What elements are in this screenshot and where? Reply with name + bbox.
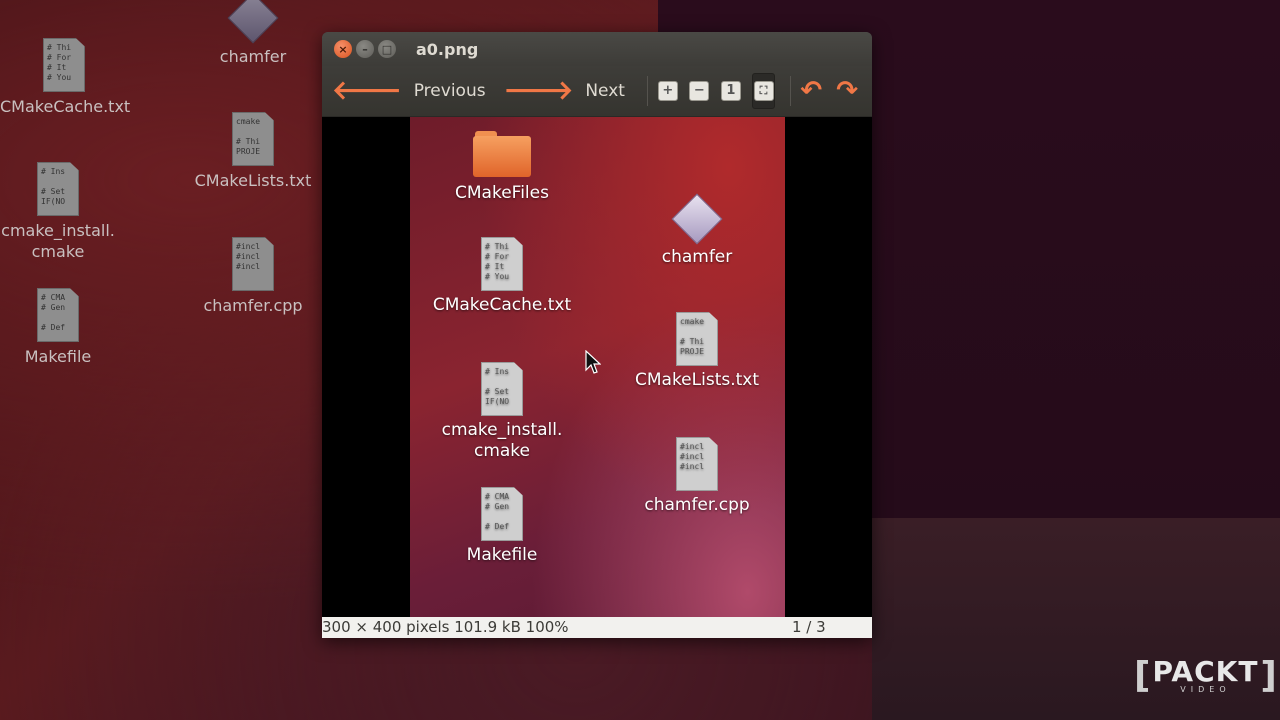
text-file-icon: # Ins # Set IF(NO (481, 362, 523, 416)
desktop-icon-cmakecache[interactable]: # Thi # For # It # You CMakeCache.txt (0, 38, 131, 117)
logo-bracket-left: [ (1134, 655, 1151, 696)
desktop-icon-label: cmake_install. (1, 221, 115, 240)
packt-video-logo: [ PACKT VIDEO ] (1134, 658, 1280, 694)
previous-label: Previous (413, 81, 486, 101)
maximize-icon[interactable]: □ (378, 40, 396, 58)
text-file-icon: # Thi # For # It # You (481, 237, 523, 291)
image-icon-cmakecache: # Thi # For # It # You CMakeCache.txt (432, 237, 572, 316)
zoom-in-icon: + (657, 81, 678, 101)
image-icon-label: chamfer (661, 247, 733, 267)
best-fit-icon: ⛶ (753, 81, 774, 101)
executable-icon (671, 193, 723, 245)
desktop-icon-label: CMakeCache.txt (0, 97, 131, 116)
toolbar-separator (789, 76, 791, 106)
image-icon-label: Makefile (466, 545, 538, 565)
zoom-out-icon: − (689, 81, 710, 101)
image-icon-makefile: # CMA # Gen # Def Makefile (432, 487, 572, 566)
best-fit-button[interactable]: ⛶ (752, 73, 775, 109)
desktop-icon-label: cmake (31, 242, 85, 261)
image-position: 1 / 3 (792, 618, 826, 636)
image-info: 300 × 400 pixels 101.9 kB 100% (322, 618, 569, 636)
toolbar-separator (646, 76, 648, 106)
text-file-icon: # CMA # Gen # Def (481, 487, 523, 541)
rotate-right-button[interactable]: ↷ (836, 76, 858, 106)
desktop-icon-cmake-install[interactable]: # Ins # Set IF(NO cmake_install. cmake (0, 162, 116, 262)
logo-main-text: PACKT (1152, 655, 1259, 688)
image-viewer-window: × – □ a0.png 🡐 Previous 🡒 Next + − 1 ⛶ ↶ (322, 32, 872, 638)
logo-sub-text: VIDEO (1180, 685, 1231, 694)
text-file-icon: #incl #incl #incl (676, 437, 718, 491)
normal-size-icon: 1 (720, 81, 741, 101)
image-icon-cmakelists: cmake # Thi PROJE CMakeLists.txt (627, 312, 767, 391)
image-icon-cmakefiles: CMakeFiles (432, 131, 572, 204)
image-icon-cmake-install: # Ins # Set IF(NO cmake_install. cmake (432, 362, 572, 462)
desktop-icon-label: chamfer (219, 47, 287, 66)
desktop-icon-label: Makefile (24, 347, 92, 366)
minimize-icon[interactable]: – (356, 40, 374, 58)
image-icon-label: chamfer.cpp (644, 495, 750, 515)
close-icon[interactable]: × (334, 40, 352, 58)
executable-icon (227, 0, 279, 44)
image-icon-label: cmake (473, 441, 531, 461)
next-label: Next (585, 81, 625, 101)
desktop-icon-makefile[interactable]: # CMA # Gen # Def Makefile (0, 288, 116, 367)
normal-size-button[interactable]: 1 (720, 74, 742, 108)
image-icon-label: CMakeFiles (455, 183, 549, 203)
logo-bracket-right: ] (1260, 655, 1277, 696)
text-file-icon: cmake # Thi PROJE (232, 112, 274, 166)
arrow-left-icon: 🡐 (332, 76, 402, 106)
desktop-icon-chamfer-cpp[interactable]: #incl #incl #incl chamfer.cpp (190, 237, 316, 316)
status-bar: 300 × 400 pixels 101.9 kB 100% 1 / 3 (322, 617, 872, 638)
desktop-icon-label: CMakeLists.txt (194, 171, 312, 190)
image-icon-chamfer-cpp: #incl #incl #incl chamfer.cpp (627, 437, 767, 516)
next-button[interactable]: 🡒 Next (504, 78, 625, 104)
desktop-icon-label: chamfer.cpp (203, 296, 303, 315)
desktop-icon-cmakelists[interactable]: cmake # Thi PROJE CMakeLists.txt (190, 112, 316, 191)
folder-icon (473, 131, 531, 177)
text-file-icon: # CMA # Gen # Def (37, 288, 79, 342)
window-title: a0.png (416, 39, 479, 59)
rotate-left-icon: ↶ (800, 76, 823, 106)
rotate-left-button[interactable]: ↶ (800, 76, 822, 106)
image-icon-label: CMakeCache.txt (432, 295, 572, 315)
rotate-right-icon: ↷ (836, 76, 858, 106)
logo-word: PACKT VIDEO (1152, 658, 1258, 694)
previous-button[interactable]: 🡐 Previous (332, 78, 486, 104)
image-icon-chamfer: chamfer (627, 193, 767, 268)
text-file-icon: cmake # Thi PROJE (676, 312, 718, 366)
window-titlebar[interactable]: × – □ a0.png (322, 32, 872, 66)
image-icon-label: CMakeLists.txt (634, 370, 760, 390)
mouse-cursor-icon (585, 350, 601, 374)
zoom-in-button[interactable]: + (657, 74, 679, 108)
text-file-icon: #incl #incl #incl (232, 237, 274, 291)
text-file-icon: # Ins # Set IF(NO (37, 162, 79, 216)
arrow-right-icon: 🡒 (503, 76, 574, 106)
toolbar: 🡐 Previous 🡒 Next + − 1 ⛶ ↶ ↷ (322, 66, 872, 117)
desktop-icon-chamfer[interactable]: chamfer (190, 0, 316, 67)
text-file-icon: # Thi # For # It # You (43, 38, 85, 92)
image-icon-label: cmake_install. (441, 420, 563, 440)
zoom-out-button[interactable]: − (689, 74, 710, 108)
